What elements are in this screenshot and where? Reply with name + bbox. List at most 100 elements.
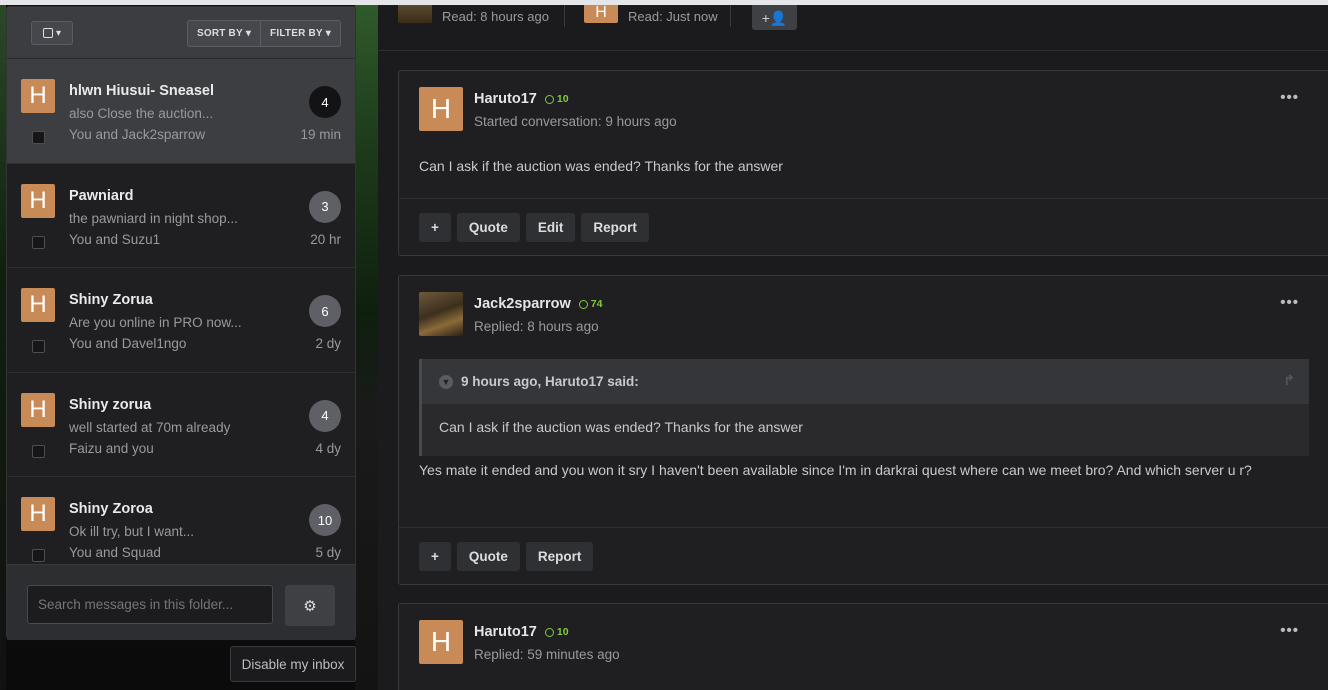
quote-button[interactable]: Quote [456,213,520,242]
divider [564,5,565,27]
message-post: H Haruto17 10 Started conversation: 9 ho… [398,70,1328,256]
add-participant-button[interactable]: +👤 [752,5,797,30]
author-name[interactable]: Haruto17 [474,91,537,107]
quoted-post: ▼ 9 hours ago, Haruto17 said: ↱ Can I as… [419,359,1309,456]
conversation-item[interactable]: H Shiny Zoroa Ok ill try, but I want... … [7,477,355,564]
read-status: Read: Just now [628,9,718,24]
quote-header[interactable]: ▼ 9 hours ago, Haruto17 said: ↱ [422,359,1309,404]
filter-by-button[interactable]: FILTER BY ▾ [260,21,340,46]
more-options-icon[interactable]: ••• [1280,294,1299,311]
participants-bar: Read: 8 hours ago H Read: Just now +👤 [378,4,1328,51]
conversation-checkbox[interactable] [32,131,45,144]
conversation-snippet: also Close the auction... [69,106,214,121]
conversation-item[interactable]: H Pawniard the pawniard in night shop...… [7,163,355,268]
quote-body: Can I ask if the auction was ended? Than… [439,419,803,435]
conversation-title[interactable]: hlwn Hiusui- Sneasel [69,83,214,99]
quote-citation: 9 hours ago, Haruto17 said: [461,374,639,389]
participant-jack2sparrow[interactable]: Read: 8 hours ago [398,5,549,24]
conversation-participants: You and Jack2sparrow [69,127,206,142]
conversation-time: 19 min [300,127,341,142]
author-name[interactable]: Jack2sparrow [474,296,571,312]
participant-haruto17[interactable]: H Read: Just now [584,4,718,24]
avatar[interactable] [419,292,463,336]
disable-inbox-button[interactable]: Disable my inbox [230,646,356,682]
conversation-item[interactable]: H Shiny zorua well started at 70m alread… [7,372,355,477]
conversation-time: 20 hr [310,231,341,247]
post-meta: Replied: 8 hours ago [474,319,599,334]
chevron-down-icon: ▾ [245,28,252,39]
search-messages-input[interactable] [27,585,273,624]
conversation-participants: You and Squad [69,545,161,560]
jump-to-post-icon[interactable]: ↱ [1283,372,1295,389]
conversation-snippet: Ok ill try, but I want... [69,524,195,539]
avatar[interactable]: H [21,288,55,322]
message-post: H Haruto17 10 Replied: 59 minutes ago ••… [398,603,1328,690]
sort-by-button[interactable]: SORT BY ▾ [188,21,260,46]
conversation-title[interactable]: Shiny Zorua [69,292,153,308]
sort-filter-group: SORT BY ▾ FILTER BY ▾ [186,20,341,47]
chevron-down-icon: ▾ [325,28,331,39]
inbox-toolbar: ▾ SORT BY ▾ FILTER BY ▾ [7,7,355,59]
reputation-badge: 10 [544,93,569,105]
chevron-down-icon[interactable]: ▼ [439,374,453,389]
conversation-item[interactable]: H Shiny Zorua Are you online in PRO now.… [7,268,355,373]
conversation-checkbox[interactable] [32,444,45,458]
avatar[interactable]: H [21,79,55,113]
conversation-snippet: the pawniard in night shop... [69,210,238,226]
conversation-participants: You and Davel1ngo [69,336,187,351]
multiquote-button[interactable]: + [419,213,451,242]
author-name[interactable]: Haruto17 [474,624,537,640]
avatar[interactable]: H [21,392,55,427]
quote-button[interactable]: Quote [456,542,520,571]
reputation-value: 10 [556,626,569,638]
reputation-icon [544,94,554,104]
post-meta: Started conversation: 9 hours ago [474,114,677,129]
gear-icon: ⚙ [303,597,317,615]
post-actions: + Quote Edit Report [419,213,649,242]
reputation-value: 10 [556,93,569,105]
multiquote-button[interactable]: + [419,542,451,571]
avatar[interactable] [398,5,432,23]
conversation-item[interactable]: H hlwn Hiusui- Sneasel also Close the au… [7,59,355,164]
message-count-badge: 4 [309,86,341,118]
conversation-checkbox[interactable] [32,235,45,249]
post-author: Jack2sparrow 74 [474,296,602,312]
avatar[interactable]: H [419,620,463,664]
reputation-badge: 74 [578,298,603,310]
more-options-icon[interactable]: ••• [1280,622,1299,639]
edit-button[interactable]: Edit [525,213,576,242]
conversation-title[interactable]: Shiny zorua [69,397,151,413]
conversation-title[interactable]: Shiny Zoroa [69,501,153,517]
report-button[interactable]: Report [525,542,594,571]
post-body: Yes mate it ended and you won it sry I h… [419,462,1252,478]
divider [730,5,731,27]
avatar[interactable]: H [21,183,55,218]
avatar[interactable]: H [584,4,618,23]
conversation-checkbox[interactable] [32,340,45,353]
sort-by-label: SORT BY [196,28,243,39]
inbox-settings-button[interactable]: ⚙ [285,585,335,626]
post-body: Can I ask if the auction was ended? Than… [419,158,783,174]
conversation-list: H hlwn Hiusui- Sneasel also Close the au… [7,59,355,564]
reputation-value: 74 [590,298,603,310]
select-all-button[interactable]: ▾ [31,21,73,45]
avatar[interactable]: H [419,87,463,131]
conversation-view: Read: 8 hours ago H Read: Just now +👤 H … [378,4,1328,690]
filter-by-label: FILTER BY [270,28,323,39]
background-strip-right [355,5,378,690]
conversation-time: 5 dy [315,545,341,560]
report-button[interactable]: Report [581,213,649,242]
chevron-down-icon: ▾ [55,27,62,39]
post-author: Haruto17 10 [474,91,569,107]
conversation-checkbox[interactable] [32,549,45,562]
read-status: Read: 8 hours ago [442,9,549,24]
conversation-snippet: Are you online in PRO now... [69,315,242,330]
message-count-badge: 3 [309,190,341,223]
avatar[interactable]: H [21,497,55,531]
post-actions: + Quote Report [419,542,594,571]
more-options-icon[interactable]: ••• [1280,89,1299,106]
conversation-title[interactable]: Pawniard [69,188,133,204]
divider [399,527,1328,528]
reputation-badge: 10 [544,626,569,638]
message-post: Jack2sparrow 74 Replied: 8 hours ago •••… [398,275,1328,585]
